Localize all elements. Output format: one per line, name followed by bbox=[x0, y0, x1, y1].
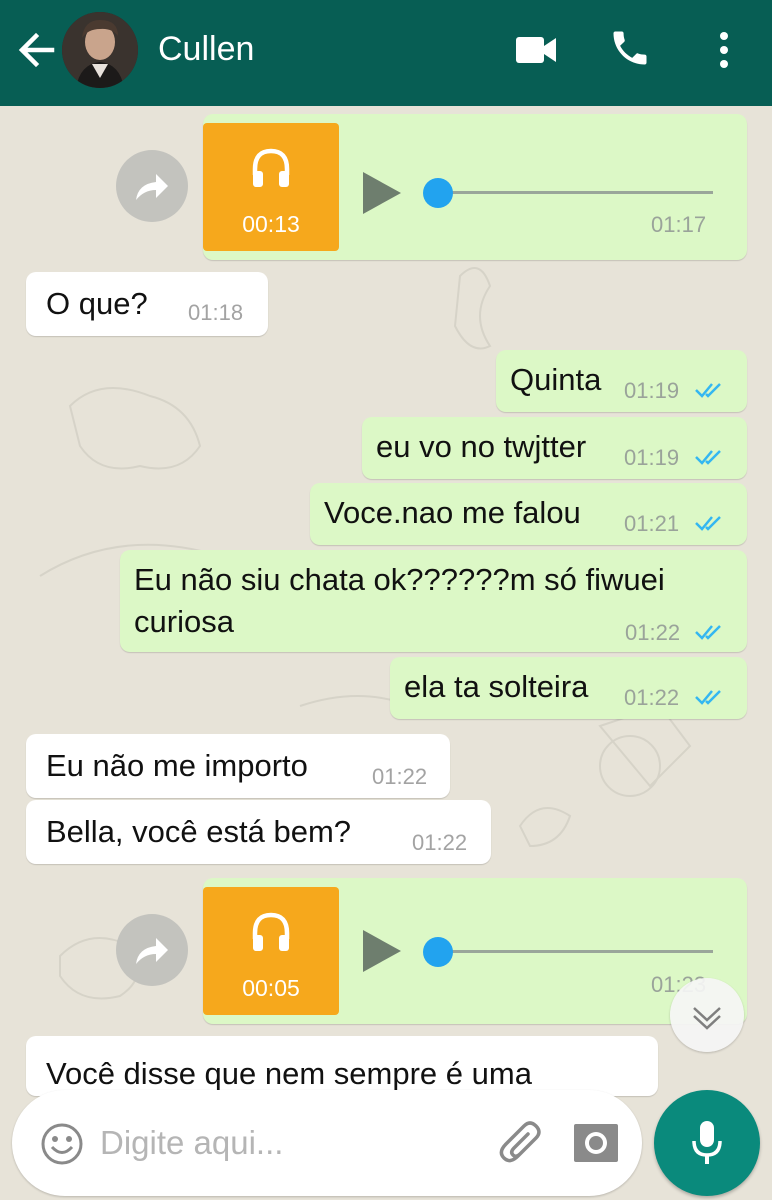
mic-button[interactable] bbox=[654, 1090, 760, 1196]
audio-thumbnail: 00:13 bbox=[203, 123, 339, 251]
chevron-down-icon bbox=[693, 1007, 721, 1030]
chat-area[interactable]: 00:13 01:17 O que? 01:18 Quinta 01:19 eu… bbox=[0, 106, 772, 1200]
message-bubble-outgoing-audio[interactable]: 00:13 01:17 bbox=[203, 114, 747, 260]
message-text: eu vo no twjtter bbox=[376, 429, 587, 464]
message-bubble-incoming[interactable]: O que? 01:18 bbox=[26, 272, 268, 336]
read-ticks-icon bbox=[695, 516, 721, 531]
message-text-line-1: Eu não siu chata ok??????m só fiwuei bbox=[134, 562, 665, 597]
read-ticks-icon bbox=[695, 690, 721, 705]
play-icon[interactable] bbox=[361, 928, 403, 974]
message-bubble-outgoing-audio[interactable]: 00:05 01:23 bbox=[203, 878, 747, 1024]
scroll-to-bottom-button[interactable] bbox=[670, 978, 744, 1052]
message-text: Voce.nao me falou bbox=[324, 495, 581, 530]
message-text: Bella, você está bem? bbox=[46, 814, 352, 849]
contact-name[interactable]: Cullen bbox=[158, 30, 254, 69]
message-time: 01:21 bbox=[624, 511, 680, 536]
audio-progress-track[interactable] bbox=[435, 950, 713, 953]
read-ticks-icon bbox=[695, 450, 721, 465]
audio-duration: 00:13 bbox=[242, 211, 300, 237]
forward-button[interactable] bbox=[116, 150, 188, 222]
forward-button[interactable] bbox=[116, 914, 188, 986]
headphones-icon bbox=[252, 148, 290, 187]
message-time: 01:17 bbox=[651, 212, 707, 237]
message-text-line-2: curiosa bbox=[134, 604, 234, 639]
attach-icon[interactable] bbox=[498, 1120, 546, 1168]
forward-icon bbox=[136, 938, 168, 964]
message-bubble-outgoing[interactable]: Eu não siu chata ok??????m só fiwuei cur… bbox=[120, 550, 747, 652]
message-text: O que? bbox=[46, 286, 148, 321]
headphones-icon bbox=[252, 912, 290, 951]
message-time: 01:22 bbox=[372, 764, 428, 789]
message-time: 01:18 bbox=[188, 300, 244, 325]
audio-progress-track[interactable] bbox=[435, 191, 713, 194]
play-icon[interactable] bbox=[361, 170, 403, 216]
message-input[interactable]: Digite aqui... bbox=[100, 1124, 283, 1162]
message-bubble-outgoing[interactable]: Quinta 01:19 bbox=[496, 350, 747, 412]
message-time: 01:19 bbox=[624, 445, 680, 470]
message-bubble-outgoing[interactable]: Voce.nao me falou 01:21 bbox=[310, 483, 747, 545]
chat-header: Cullen bbox=[0, 0, 772, 106]
read-ticks-icon bbox=[695, 383, 721, 398]
audio-seek-knob[interactable] bbox=[423, 178, 453, 208]
audio-seek-knob[interactable] bbox=[423, 937, 453, 967]
avatar[interactable] bbox=[62, 12, 138, 88]
message-input-bar: Digite aqui... bbox=[12, 1090, 642, 1196]
message-time: 01:22 bbox=[412, 830, 468, 855]
message-bubble-incoming-partial[interactable]: Você disse que nem sempre é uma bbox=[26, 1036, 658, 1096]
message-time: 01:19 bbox=[624, 378, 680, 403]
message-text: Eu não me importo bbox=[46, 748, 308, 783]
phone-icon[interactable] bbox=[608, 26, 652, 70]
audio-thumbnail: 00:05 bbox=[203, 887, 339, 1015]
back-arrow-icon[interactable] bbox=[14, 28, 58, 72]
message-text: Quinta bbox=[510, 362, 602, 397]
message-bubble-outgoing[interactable]: ela ta solteira 01:22 bbox=[390, 657, 747, 719]
emoji-icon[interactable] bbox=[40, 1122, 84, 1166]
message-bubble-outgoing[interactable]: eu vo no twjtter 01:19 bbox=[362, 417, 747, 479]
message-time: 01:22 bbox=[624, 685, 680, 710]
message-text: ela ta solteira bbox=[404, 669, 589, 704]
camera-icon[interactable] bbox=[572, 1122, 620, 1164]
audio-duration: 00:05 bbox=[242, 975, 300, 1001]
message-time: 01:22 bbox=[625, 620, 681, 645]
more-vert-icon[interactable] bbox=[710, 28, 738, 72]
forward-icon bbox=[136, 174, 168, 200]
message-text: Você disse que nem sempre é uma bbox=[46, 1056, 532, 1091]
message-bubble-incoming[interactable]: Bella, você está bem? 01:22 bbox=[26, 800, 491, 864]
mic-icon bbox=[692, 1121, 722, 1164]
read-ticks-icon bbox=[695, 625, 721, 640]
video-call-icon[interactable] bbox=[514, 30, 558, 70]
message-bubble-incoming[interactable]: Eu não me importo 01:22 bbox=[26, 734, 450, 798]
